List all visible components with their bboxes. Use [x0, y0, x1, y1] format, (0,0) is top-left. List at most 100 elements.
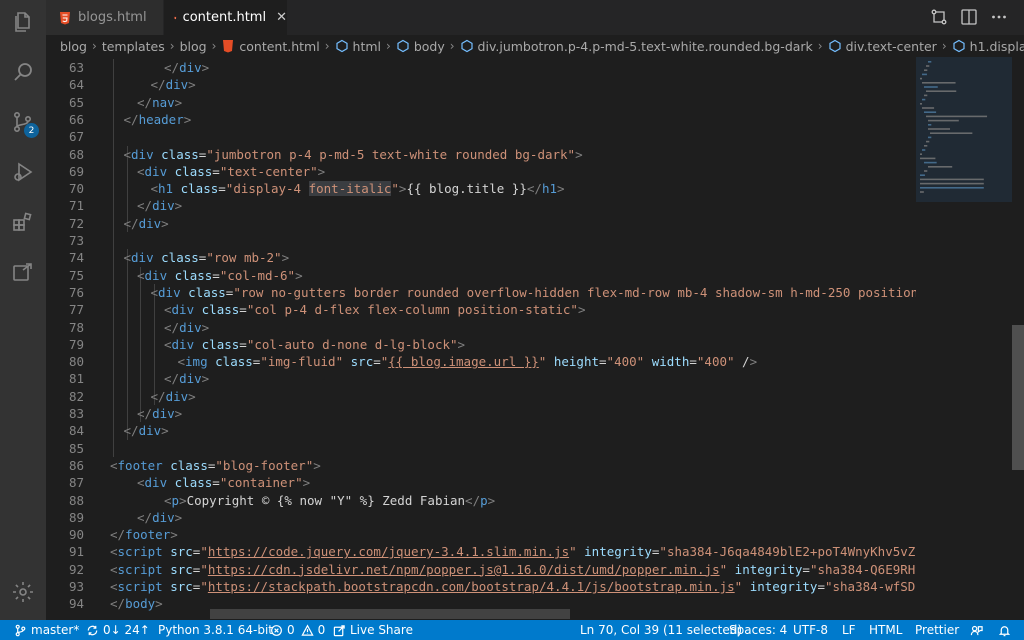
tab-content-html[interactable]: content.html ✕: [164, 0, 287, 35]
editor-tab-bar: blogs.html content.html ✕: [46, 0, 1024, 35]
search-icon[interactable]: [0, 50, 46, 94]
chevron-right-icon: ›: [941, 39, 947, 53]
line-number: 90: [68, 527, 84, 543]
minimap-line: [930, 132, 973, 134]
explorer-icon[interactable]: [0, 0, 46, 44]
code-line: <div class="col-auto d-none d-lg-block">: [164, 336, 466, 352]
code-line: </div>: [164, 371, 210, 387]
code-line: <h1 class="display-4 font-italic">{{ blo…: [150, 181, 565, 197]
minimap[interactable]: [916, 57, 1012, 620]
end-of-line[interactable]: LF: [842, 620, 856, 640]
symbol-element-icon: [953, 39, 965, 53]
minimap-line: [926, 65, 930, 67]
breadcrumb-file[interactable]: content.html: [221, 38, 320, 54]
status-bar: master* 0↓ 24↑ Python 3.8.1 64-bit 0 0 L…: [0, 620, 1024, 640]
problems-indicator[interactable]: 0 0: [270, 620, 325, 640]
code-line: <script src="https://cdn.jsdelivr.net/np…: [110, 561, 916, 577]
python-interpreter[interactable]: Python 3.8.1 64-bit: [158, 620, 273, 640]
extensions-icon[interactable]: [0, 200, 46, 244]
settings-gear-icon[interactable]: [0, 570, 46, 614]
horizontal-scrollbar[interactable]: [210, 609, 570, 619]
code-line: </div>: [137, 198, 183, 214]
breadcrumb-html[interactable]: html: [335, 39, 381, 54]
remote-explorer-icon[interactable]: [0, 250, 46, 294]
line-number-gutter: 63 64 65 66 67 68 69 70 71 72 73 74 75 76 77 78 79 80 81 82…: [46, 57, 90, 620]
source-control-icon[interactable]: 2: [0, 100, 46, 144]
minimap-line: [922, 149, 926, 151]
line-number: 86: [68, 457, 84, 473]
language-mode[interactable]: HTML: [869, 620, 902, 640]
symbol-element-icon: [829, 39, 841, 53]
line-number: 71: [68, 198, 84, 214]
code-line: <p>Copyright © {% now "Y" %} Zedd Fabian…: [164, 492, 496, 508]
run-debug-icon[interactable]: [0, 150, 46, 194]
code-line: <div class="text-center">: [137, 163, 326, 179]
git-branch-icon: [15, 624, 26, 636]
cursor-position[interactable]: Ln 70, Col 39 (11 selected): [580, 620, 742, 640]
code-editor[interactable]: </div> </div> </nav> </header> <div class="j…: [90, 57, 916, 620]
code-line: <script src="https://code.jquery.com/jqu…: [110, 544, 916, 560]
breadcrumb-file-label: content.html: [239, 38, 320, 54]
minimap-line: [924, 170, 928, 172]
minimap-line: [920, 174, 925, 176]
error-icon: [271, 624, 282, 636]
scrollbar-thumb[interactable]: [1012, 325, 1024, 470]
minimap-line: [920, 178, 984, 181]
live-share-button[interactable]: Live Share: [333, 620, 413, 640]
chevron-right-icon: ›: [817, 39, 823, 53]
minimap-line: [928, 166, 953, 168]
line-number: 89: [68, 509, 84, 525]
indent-guide: [126, 249, 128, 440]
indentation-label: Spaces: 4: [729, 623, 788, 637]
more-actions-icon[interactable]: [990, 8, 1008, 26]
line-number: 76: [68, 284, 84, 300]
sync-indicator[interactable]: 0↓ 24↑: [86, 620, 150, 640]
activity-bar: 2: [0, 0, 46, 620]
open-changes-icon[interactable]: [930, 8, 948, 26]
line-number: 63: [68, 60, 84, 75]
minimap-line: [926, 90, 957, 92]
language-label: HTML: [869, 623, 903, 637]
indentation[interactable]: Spaces: 4: [729, 620, 787, 640]
code-line: <footer class="blog-footer">: [110, 457, 321, 473]
breadcrumb-label: body: [413, 38, 445, 54]
formatter[interactable]: Prettier: [915, 620, 959, 640]
code-line: <div class="jumbotron p-4 p-md-5 text-wh…: [123, 146, 583, 162]
line-number: 92: [68, 561, 84, 577]
minimap-line: [924, 94, 928, 97]
minimap-line: [920, 153, 922, 155]
split-editor-icon[interactable]: [960, 8, 978, 26]
tab-blogs-html[interactable]: blogs.html: [46, 0, 163, 35]
chevron-right-icon: ›: [169, 39, 175, 53]
code-line: </footer>: [110, 527, 178, 543]
branch-indicator[interactable]: master*: [14, 620, 79, 640]
line-number: 84: [68, 423, 84, 439]
code-line: <div class="col-md-6">: [137, 267, 303, 283]
code-line: </div>: [123, 215, 169, 231]
breadcrumb-body[interactable]: body: [396, 39, 445, 54]
line-number: 78: [68, 319, 84, 335]
close-tab-icon[interactable]: ✕: [276, 10, 287, 25]
breadcrumb-div-text-center[interactable]: div.text-center: [828, 39, 937, 54]
breadcrumb-folder-templates[interactable]: templates: [102, 39, 165, 54]
line-number: 79: [68, 336, 84, 352]
line-number: 87: [68, 475, 84, 491]
encoding[interactable]: UTF-8: [793, 620, 828, 640]
eol-label: LF: [842, 623, 856, 637]
chevron-right-icon: ›: [386, 39, 391, 53]
breadcrumb-folder-blog[interactable]: blog: [60, 39, 87, 54]
breadcrumb-folder-blog-2[interactable]: blog: [180, 39, 207, 54]
line-number: 68: [68, 146, 84, 162]
notifications-button[interactable]: [998, 620, 1015, 640]
feedback-button[interactable]: [970, 620, 987, 640]
minimap-line: [924, 69, 928, 71]
line-number: 66: [68, 111, 84, 127]
breadcrumb-label: div.jumbotron.p-4.p-md-5.text-white.roun…: [477, 38, 813, 54]
breadcrumb-h1[interactable]: h1.display-4.font-italic: [952, 39, 1024, 54]
vertical-scrollbar[interactable]: [1012, 57, 1024, 620]
minimap-line: [922, 98, 926, 101]
line-number: 64: [68, 77, 84, 93]
line-number: 81: [68, 371, 84, 387]
breadcrumb-div-jumbotron[interactable]: div.jumbotron.p-4.p-md-5.text-white.roun…: [460, 39, 813, 54]
breadcrumb-label: div.text-center: [845, 38, 937, 54]
